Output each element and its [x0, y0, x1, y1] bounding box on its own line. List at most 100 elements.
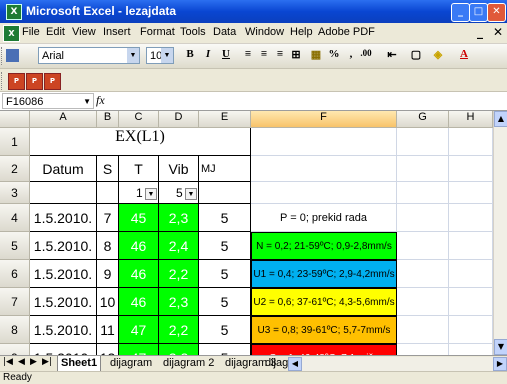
- cell-h4[interactable]: [449, 204, 493, 232]
- row-header[interactable]: 3: [0, 182, 30, 204]
- cell-h5[interactable]: [449, 232, 493, 260]
- select-all-corner[interactable]: [0, 111, 30, 128]
- cell-g7[interactable]: [397, 288, 449, 316]
- row-header[interactable]: 9: [0, 344, 30, 355]
- close-button[interactable]: ✕: [487, 3, 506, 22]
- align-left-icon[interactable]: ≡: [240, 48, 256, 64]
- cell-temperature[interactable]: 47: [119, 344, 159, 355]
- cell-hour[interactable]: 11: [97, 316, 119, 344]
- chevron-down-icon[interactable]: ▼: [127, 48, 139, 63]
- pdf-convert-icon[interactable]: P: [8, 73, 25, 90]
- cell-vibration[interactable]: 2,2: [159, 260, 199, 288]
- row-header[interactable]: 2: [0, 156, 30, 182]
- cell-mj[interactable]: 5: [199, 316, 251, 344]
- header-mj[interactable]: MJ: [199, 156, 251, 182]
- currency-icon[interactable]: ▦: [308, 48, 324, 64]
- cell-g4[interactable]: [397, 204, 449, 232]
- cell-mj[interactable]: 5: [199, 232, 251, 260]
- vertical-scrollbar[interactable]: ▲ ▼: [493, 111, 507, 355]
- cell-h8[interactable]: [449, 316, 493, 344]
- legend-cell-g[interactable]: G = 1; 46-48ºC; 7,1- više: [251, 344, 397, 355]
- cell-temperature[interactable]: 46: [119, 288, 159, 316]
- cell-h9[interactable]: [449, 344, 493, 355]
- increase-decimal-button[interactable]: .00: [358, 48, 374, 64]
- font-size-combo[interactable]: 10 ▼: [146, 47, 174, 64]
- cell-f3[interactable]: [251, 182, 397, 204]
- row-header[interactable]: 7: [0, 288, 30, 316]
- menu-insert[interactable]: Insert: [103, 26, 131, 38]
- cell-temperature[interactable]: 46: [119, 232, 159, 260]
- chevron-down-icon[interactable]: ▼: [145, 188, 157, 200]
- workbook-icon[interactable]: X: [3, 25, 20, 42]
- legend-cell-u1[interactable]: U1 = 0,4; 23-59ºC; 2,9-4,2mm/s: [251, 260, 397, 288]
- cell-g3[interactable]: [397, 182, 449, 204]
- cell-g2[interactable]: [397, 156, 449, 182]
- cell-h6[interactable]: [449, 260, 493, 288]
- cell-date[interactable]: 1.5.2010.: [30, 288, 97, 316]
- cell-f1[interactable]: [251, 128, 397, 156]
- column-header-h[interactable]: H: [449, 111, 493, 128]
- cell-mj[interactable]: 5: [199, 260, 251, 288]
- underline-button[interactable]: U: [218, 48, 234, 64]
- cell-hour[interactable]: 8: [97, 232, 119, 260]
- next-sheet-icon[interactable]: ▶: [30, 357, 37, 367]
- table-title[interactable]: EX(L1): [30, 128, 251, 156]
- cell-vibration[interactable]: 2,3: [159, 204, 199, 232]
- cell-hour[interactable]: 9: [97, 260, 119, 288]
- align-center-icon[interactable]: ≡: [256, 48, 272, 64]
- fill-color-icon[interactable]: ◈: [430, 48, 446, 64]
- menu-file[interactable]: File: [22, 26, 40, 38]
- row-header[interactable]: 8: [0, 316, 30, 344]
- cell-h7[interactable]: [449, 288, 493, 316]
- menu-format[interactable]: Format: [140, 26, 175, 38]
- horizontal-scrollbar[interactable]: ◀ ▶: [288, 357, 507, 371]
- row-header[interactable]: 5: [0, 232, 30, 260]
- font-color-button[interactable]: A: [456, 48, 472, 64]
- comma-button[interactable]: ,: [343, 48, 359, 64]
- menu-view[interactable]: View: [72, 26, 96, 38]
- legend-cell-n[interactable]: N = 0,2; 21-59ºC; 0,9-2,8mm/s: [251, 232, 397, 260]
- pdf-review-icon[interactable]: P: [44, 73, 61, 90]
- cell-temperature[interactable]: 47: [119, 316, 159, 344]
- percent-button[interactable]: %: [326, 48, 342, 64]
- cell-h2[interactable]: [449, 156, 493, 182]
- cell-vibration[interactable]: 2,2: [159, 316, 199, 344]
- tab-sheet1[interactable]: Sheet1: [57, 356, 102, 371]
- column-header-c[interactable]: C: [119, 111, 159, 128]
- doc-close-icon[interactable]: ✕: [493, 25, 503, 39]
- bold-button[interactable]: B: [182, 48, 198, 64]
- doc-minimize-icon[interactable]: _: [477, 25, 483, 39]
- cell-date[interactable]: 1.5.2010.: [30, 204, 97, 232]
- menu-window[interactable]: Window: [245, 26, 284, 38]
- filter-t-cell[interactable]: 1 ▼: [119, 182, 159, 204]
- cell-g6[interactable]: [397, 260, 449, 288]
- cell-date[interactable]: 1.5.2010.: [30, 316, 97, 344]
- legend-cell-u2[interactable]: U2 = 0,6; 37-61ºC; 4,3-5,6mm/s: [251, 288, 397, 316]
- column-header-f[interactable]: F: [251, 111, 397, 128]
- cell-vibration[interactable]: 2,3: [159, 288, 199, 316]
- cell-hour[interactable]: 10: [97, 288, 119, 316]
- italic-button[interactable]: I: [200, 48, 216, 64]
- cell-g9[interactable]: [397, 344, 449, 355]
- cell-hour[interactable]: 12: [97, 344, 119, 355]
- cell-e3[interactable]: [199, 182, 251, 204]
- decrease-indent-icon[interactable]: ⇤: [384, 48, 400, 64]
- header-t[interactable]: T: [119, 156, 159, 182]
- cell-mj[interactable]: 5: [199, 204, 251, 232]
- cell-temperature[interactable]: 46: [119, 260, 159, 288]
- fx-icon[interactable]: fx: [96, 93, 105, 108]
- tab-dijagram[interactable]: dijagram: [107, 356, 155, 371]
- cell-mj[interactable]: 5: [199, 288, 251, 316]
- row-header[interactable]: 4: [0, 204, 30, 232]
- cell-mj[interactable]: 5: [199, 344, 251, 355]
- spreadsheet-grid[interactable]: A B C D E F G H 1 2 3 4 5 6 7 8 9 EX(L1)…: [0, 111, 493, 355]
- legend-cell-p[interactable]: P = 0; prekid rada: [251, 204, 397, 232]
- pdf-email-icon[interactable]: P: [26, 73, 43, 90]
- row-header[interactable]: 1: [0, 128, 30, 156]
- cell-date[interactable]: 1.5.2010.: [30, 260, 97, 288]
- menu-tools[interactable]: Tools: [180, 26, 206, 38]
- excel-icon[interactable]: X: [6, 4, 22, 20]
- cell-h1[interactable]: [449, 128, 493, 156]
- chevron-down-icon[interactable]: ▼: [83, 94, 91, 110]
- merge-center-icon[interactable]: ⊞: [288, 48, 304, 64]
